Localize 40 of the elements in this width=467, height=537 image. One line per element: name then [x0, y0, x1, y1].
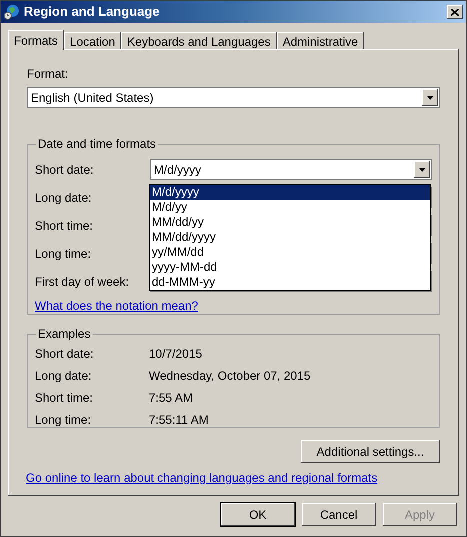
format-combobox[interactable]: M/d/yyyy — [150, 159, 432, 180]
dropdown-option[interactable]: MM/dd/yy — [150, 215, 430, 230]
format-label: Format: — [27, 66, 70, 83]
tab[interactable]: Keyboards and Languages — [121, 32, 277, 49]
field-label: Long time: — [35, 246, 92, 262]
dialog-button[interactable]: Cancel — [302, 503, 376, 526]
dropdown-option[interactable]: MM/dd/yyyy — [150, 230, 430, 245]
field-label: First day of week: — [35, 274, 130, 290]
globe-icon — [4, 4, 20, 20]
window-title: Region and Language — [24, 3, 161, 22]
example-label: Long date: — [35, 368, 93, 384]
dropdown-option[interactable]: M/d/yy — [150, 200, 430, 215]
dialog-button[interactable]: OK — [221, 503, 295, 526]
field-label: Long date: — [35, 190, 93, 206]
example-value: 7:55 AM — [149, 390, 194, 406]
tab[interactable]: Formats — [8, 30, 64, 50]
tab[interactable]: Location — [64, 32, 122, 49]
notation-link[interactable]: What does the notation mean? — [35, 297, 432, 315]
additional-settings-button[interactable]: Additional settings... — [301, 440, 440, 463]
dropdown-option[interactable]: dd-MMM-yy — [150, 275, 430, 290]
dropdown-option[interactable]: M/d/yyyy — [150, 185, 430, 200]
close-icon — [451, 8, 459, 16]
group-title: Date and time formats — [37, 136, 158, 153]
combo-value: M/d/yyyy — [154, 162, 202, 178]
field-label: Short date: — [35, 162, 95, 178]
tab[interactable]: Administrative — [276, 32, 364, 49]
example-label: Short date: — [35, 346, 95, 362]
example-label: Short time: — [35, 390, 94, 406]
example-value: Wednesday, October 07, 2015 — [149, 368, 311, 384]
field-label: Short time: — [35, 218, 94, 234]
format-combobox[interactable]: English (United States) — [27, 87, 440, 108]
example-label: Long time: — [35, 412, 92, 428]
example-value: 10/7/2015 — [149, 346, 202, 362]
example-value: 7:55:11 AM — [149, 412, 209, 428]
online-link[interactable]: Go online to learn about changing languages and regional formats — [26, 469, 440, 487]
dropdown-option[interactable]: yyyy-MM-dd — [150, 260, 430, 275]
combo-value: English (United States) — [31, 90, 154, 106]
group-title: Examples — [37, 326, 92, 343]
dropdown-option[interactable]: yy/MM/dd — [150, 245, 430, 260]
close-button[interactable] — [447, 5, 463, 19]
